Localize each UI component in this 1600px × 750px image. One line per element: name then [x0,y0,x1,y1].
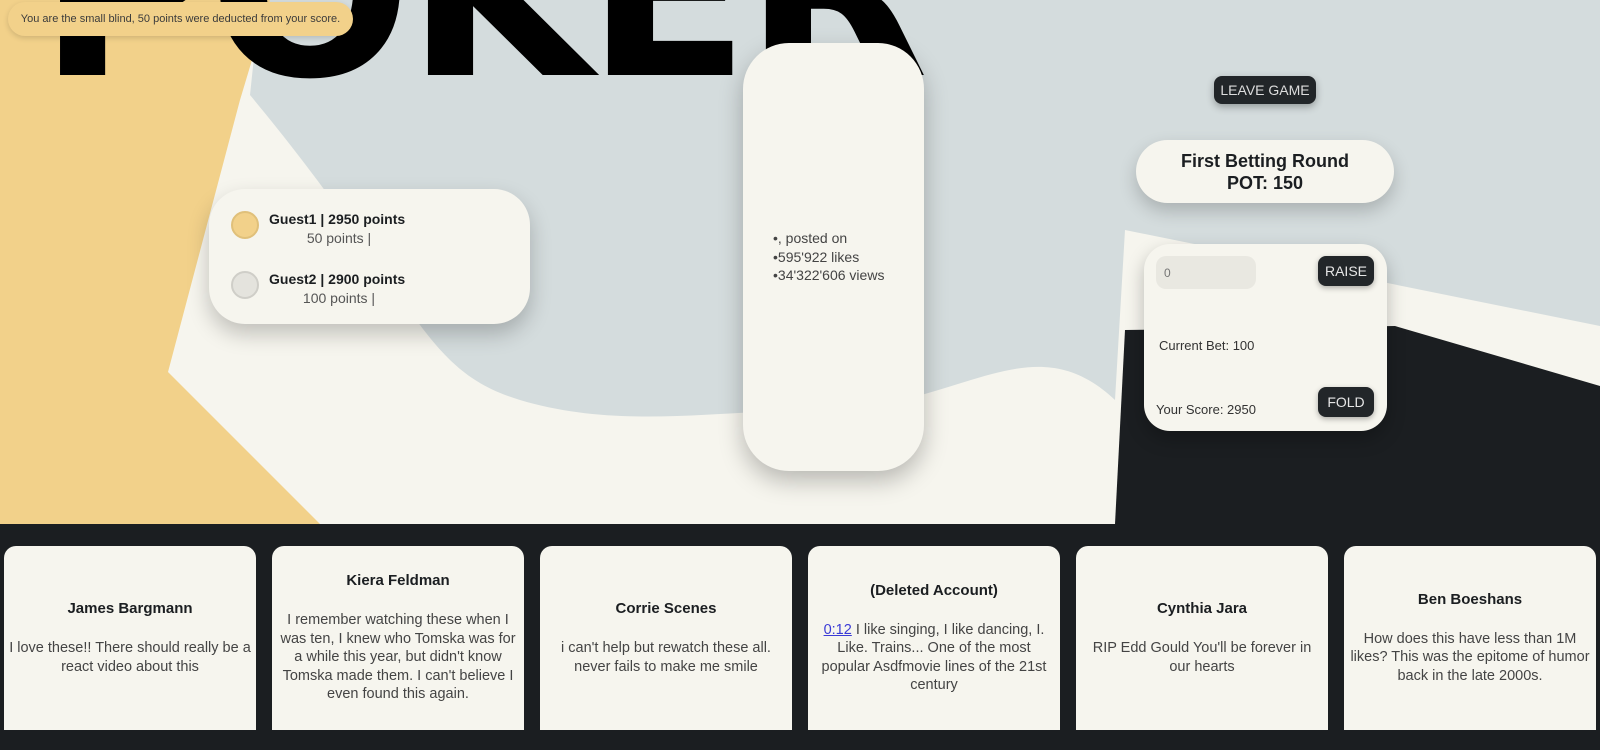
comment-card: Ben Boeshans How does this have less tha… [1344,546,1596,730]
betting-controls: RAISE Current Bet: 100 Your Score: 2950 … [1144,244,1387,431]
players-panel: Guest1 | 2950 points 50 points | Guest2 … [209,189,530,324]
comment-timestamp-link[interactable]: 0:12 [824,622,852,638]
video-posted-on: , posted on [773,229,884,248]
current-bet-label: Current Bet: 100 [1159,338,1255,353]
player-bet: 50 points | [306,230,372,246]
comment-author: Corrie Scenes [615,600,717,617]
video-likes: 595'922 likes [773,248,884,267]
comment-card: Kiera Feldman I remember watching these … [272,546,524,730]
fold-button[interactable]: FOLD [1318,387,1374,417]
comment-text-body: I like singing, I like dancing, I. Like.… [821,621,1047,694]
player-row: Guest2 | 2900 points 100 points | [231,269,511,319]
your-score-label: Your Score: 2950 [1156,402,1256,417]
player-name: Guest2 | 2900 points [269,271,406,287]
video-info-card: , posted on 595'922 likes 34'322'606 vie… [743,43,924,471]
comment-author: (Deleted Account) [870,581,998,599]
comment-author: Kiera Feldman [346,572,450,590]
comment-author: Cynthia Jara [1156,600,1248,617]
player-chip-icon [231,211,259,239]
comment-card: (Deleted Account) 0:12 I like singing, I… [808,546,1060,730]
video-stats-list: , posted on 595'922 likes 34'322'606 vie… [773,229,885,285]
comment-author: Ben Boeshans [1417,590,1523,608]
player-chip-icon [231,271,259,299]
comment-author: James Bargmann [67,600,193,617]
comment-text: How does this have less than 1M likes? T… [1350,630,1590,684]
video-views: 34'322'606 views [773,266,885,285]
leave-game-button[interactable]: LEAVE GAME [1214,76,1316,104]
comment-text: I remember watching these when I was ten… [280,612,516,703]
round-name: First Betting Round [1181,151,1349,171]
comment-card: Corrie Scenes i can't help but rewatch t… [540,546,792,730]
notification-text: You are the small blind, 50 points were … [20,13,341,25]
raise-amount-input[interactable] [1156,256,1256,289]
comment-text: 0:12 I like singing, I like dancing, I. … [813,621,1055,695]
comment-card: Cynthia Jara RIP Edd Gould You'll be for… [1076,546,1328,730]
notification-toast: You are the small blind, 50 points were … [8,2,353,36]
comments-row: James Bargmann I love these!! There shou… [0,546,1600,730]
raise-button[interactable]: RAISE [1318,256,1374,286]
pot-amount: POT: 150 [1226,173,1304,193]
player-bet: 100 points | [302,290,376,306]
round-info: First Betting Round POT: 150 [1136,140,1394,203]
comment-card: James Bargmann I love these!! There shou… [4,546,256,730]
player-name: Guest1 | 2950 points [269,211,406,227]
comment-text: RIP Edd Gould You'll be forever in our h… [1092,640,1312,675]
player-row: Guest1 | 2950 points 50 points | [231,209,511,259]
comment-text: i can't help but rewatch these all. neve… [561,640,771,675]
comment-text: I love these!! There should really be a … [9,640,251,675]
